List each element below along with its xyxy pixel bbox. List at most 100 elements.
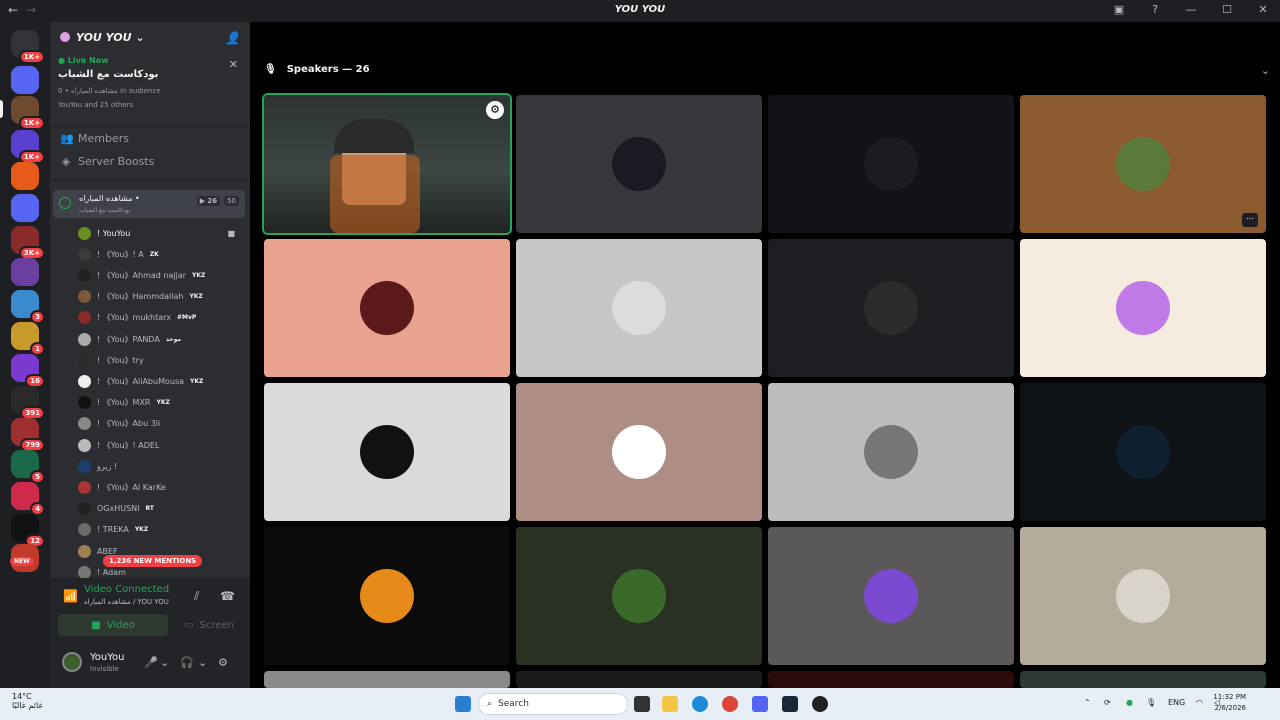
server-icon[interactable]: 1K+	[11, 96, 45, 130]
steam-icon[interactable]	[782, 696, 798, 712]
chevron-down-icon[interactable]: ⌄	[198, 656, 207, 669]
folder-icon[interactable]	[11, 66, 39, 94]
voice-member[interactable]: ! 《You》! ADEL	[78, 436, 243, 454]
start-icon[interactable]	[455, 696, 471, 712]
avatar	[360, 281, 414, 335]
video-button[interactable]: ■ Video	[58, 614, 168, 636]
speaker-tile[interactable]	[768, 671, 1014, 688]
avatar[interactable]	[62, 652, 82, 672]
close-icon[interactable]: ✕	[229, 58, 238, 71]
member-tag: YKZ	[190, 377, 204, 385]
server-icon[interactable]	[11, 162, 39, 190]
sync-icon[interactable]: ⟳	[1104, 698, 1111, 707]
speaker-tile[interactable]	[768, 383, 1014, 521]
server-icon[interactable]	[11, 258, 39, 286]
voice-member[interactable]: ! 《You》! A ZK	[78, 245, 243, 263]
camera-icon: ■	[227, 228, 235, 238]
speaker-tile[interactable]	[264, 527, 510, 665]
server-icon[interactable]: 3	[11, 290, 45, 324]
app-icon[interactable]	[812, 696, 828, 712]
maximize-icon[interactable]: ☐	[1220, 3, 1234, 16]
chrome-icon[interactable]	[722, 696, 738, 712]
clock[interactable]: 11:32 PM 2/6/2026	[1213, 692, 1246, 714]
server-icon[interactable]: 5	[11, 450, 45, 484]
noise-suppression-icon[interactable]: ⫽	[194, 589, 199, 604]
wifi-icon[interactable]: ◠	[1196, 698, 1203, 707]
server-icon[interactable]: 12	[11, 514, 45, 548]
voice-member[interactable]: ! 《You》mukhtarx #MvP	[78, 309, 243, 327]
speaker-tile[interactable]	[1020, 239, 1266, 377]
server-icon[interactable]: 1K+	[11, 130, 45, 164]
speaker-tile[interactable]	[768, 239, 1014, 377]
voice-member[interactable]: ! 《You》Abu 3li	[78, 415, 243, 433]
edge-icon[interactable]	[692, 696, 708, 712]
voice-member[interactable]: ! TREKA YKZ	[78, 521, 243, 539]
sidebar-item-members[interactable]: 👥 Members	[60, 132, 129, 145]
task-view-icon[interactable]	[634, 696, 650, 712]
server-icon[interactable]: 16	[11, 354, 45, 388]
voice-member[interactable]: زيرو !	[78, 457, 243, 475]
voice-member[interactable]: ! 《You》PANDA موحد	[78, 330, 243, 348]
server-icon[interactable]: 1	[11, 322, 45, 356]
search-box[interactable]: ⌕ Search	[478, 693, 628, 715]
speaker-tile[interactable]	[264, 671, 510, 688]
microphone-icon[interactable]: 🎙	[1146, 698, 1156, 707]
chevron-up-icon[interactable]: ⌃	[1084, 698, 1091, 707]
screen-share-button[interactable]: ▭ Screen	[174, 614, 244, 636]
inbox-icon[interactable]: ▣	[1112, 3, 1126, 16]
server-icon[interactable]: 3K+	[11, 226, 45, 260]
sidebar-item-boosts[interactable]: ◈ Server Boosts	[60, 155, 155, 168]
voice-member[interactable]: ! 《You》AliAbuMousa YKZ	[78, 372, 243, 390]
voice-channel[interactable]: مشاهده المباراه • بودكاست مع الشباب ▶ 26…	[53, 190, 245, 218]
status-dot-icon[interactable]: ●	[1126, 698, 1133, 707]
divider	[50, 126, 250, 127]
chevron-down-icon[interactable]: ⌄	[160, 656, 169, 669]
speaker-tile[interactable]: ⋯	[1020, 95, 1266, 233]
server-icon[interactable]: 391	[11, 386, 45, 420]
speaker-tile[interactable]	[1020, 383, 1266, 521]
weather-widget[interactable]: 14°C غائم غالبًا	[12, 692, 43, 710]
member-name: ! 《You》AliAbuMousa	[97, 376, 185, 386]
speaker-tile[interactable]	[516, 95, 762, 233]
voice-member[interactable]: ! YouYou ■	[78, 224, 243, 242]
speaker-tile[interactable]	[264, 383, 510, 521]
close-icon[interactable]: ✕	[1256, 3, 1270, 16]
settings-gear-icon[interactable]: ⚙	[218, 656, 228, 669]
chevron-down-icon[interactable]: ⌄	[1261, 64, 1270, 77]
voice-member[interactable]: ! 《You》Hammdallah YKZ	[78, 288, 243, 306]
server-icon[interactable]	[11, 194, 39, 222]
speaker-tile[interactable]	[768, 95, 1014, 233]
microphone-icon[interactable]: 🎤	[144, 656, 158, 669]
minimize-icon[interactable]: —	[1184, 3, 1198, 16]
speaker-tile[interactable]	[516, 671, 762, 688]
speaker-tile[interactable]	[516, 527, 762, 665]
speaker-tile[interactable]	[1020, 527, 1266, 665]
help-icon[interactable]: ?	[1148, 3, 1162, 16]
new-mentions-badge[interactable]: 1,236 NEW MENTIONS	[103, 555, 203, 567]
gear-icon[interactable]: ⚙	[486, 101, 504, 119]
server-icon[interactable]: 4	[11, 482, 45, 516]
voice-member[interactable]: ! 《You》Ahmad najjar YKZ	[78, 266, 243, 284]
language-indicator[interactable]: ENG	[1168, 698, 1185, 707]
discord-icon[interactable]	[752, 696, 768, 712]
voice-member[interactable]: ! 《You》MXR YKZ	[78, 394, 243, 412]
speaker-tile[interactable]	[516, 239, 762, 377]
server-header[interactable]: YOU YOU ⌄ 👤	[50, 22, 250, 52]
invite-icon[interactable]: 👤	[225, 31, 240, 45]
direct-messages-icon[interactable]: 1K+	[11, 30, 45, 64]
voice-member[interactable]: OGxHUSNI RT	[78, 500, 243, 518]
voice-channel-subtitle: بودكاست مع الشباب	[79, 207, 131, 214]
file-explorer-icon[interactable]	[662, 696, 678, 712]
speaker-tile[interactable]: ⚙	[262, 93, 512, 235]
voice-member[interactable]: ! 《You》try	[78, 351, 243, 369]
speaker-tile[interactable]	[1020, 671, 1266, 688]
speaker-tile[interactable]	[264, 239, 510, 377]
voice-member[interactable]: ! 《You》Al KarKe	[78, 478, 243, 496]
disconnect-icon[interactable]: ☎	[220, 589, 235, 603]
speaker-tile[interactable]	[516, 383, 762, 521]
headphones-icon[interactable]: 🎧	[180, 656, 194, 669]
live-stage-card[interactable]: ● Live Now بودكاست مع الشباب مشاهده المب…	[50, 56, 250, 109]
speaker-tile[interactable]	[768, 527, 1014, 665]
more-options-icon[interactable]: ⋯	[1242, 213, 1258, 227]
server-icon[interactable]: 799	[11, 418, 45, 452]
